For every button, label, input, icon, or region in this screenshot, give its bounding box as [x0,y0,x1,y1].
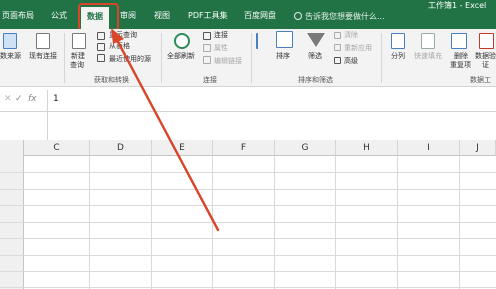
formula-input[interactable] [47,90,496,140]
group-label-data-tools: 数据工 [470,76,491,84]
insert-function-button[interactable]: fx [28,94,37,104]
new-query-label-line2[interactable]: 查询 [70,61,84,70]
properties-icon [203,44,211,52]
existing-connections-button[interactable]: 现有连接 [29,52,57,61]
column-header-e[interactable]: E [152,140,213,156]
edit-links-icon [203,56,211,64]
grid-row-line [0,205,496,206]
properties-button[interactable]: 属性 [214,44,228,53]
text-to-columns-icon [391,33,405,49]
database-icon [3,33,17,49]
tab-page-layout[interactable]: 页面布局 [2,10,34,21]
window-title: 工作簿1 - Excel [428,1,487,10]
recent-sources-icon [97,54,105,62]
refresh-all-button[interactable]: 全部刷新 [167,52,195,61]
tell-me-search[interactable]: 告诉我您想要做什么... [294,11,385,22]
connections-button[interactable]: 连接 [214,31,228,40]
formula-enter-button[interactable]: ✓ [15,94,23,104]
data-validation-label-line2[interactable]: 证 [482,61,489,70]
ribbon-separator [161,33,162,83]
data-validation-icon [479,33,494,49]
column-header-g[interactable]: G [275,140,336,156]
clear-button[interactable]: 清除 [344,31,358,40]
show-queries-icon [97,32,105,40]
table-icon [97,43,105,51]
tab-review[interactable]: 审阅 [120,10,136,21]
advanced-button[interactable]: 高级 [344,57,358,66]
grid-row-line [0,172,496,173]
grid-row-line [0,287,496,288]
group-label-connections: 连接 [203,76,217,84]
remove-duplicates-label-line2[interactable]: 重复项 [450,61,471,70]
new-query-label-line1[interactable]: 新建 [71,52,85,61]
formula-cancel-button[interactable]: ✕ [4,94,12,104]
clear-filter-icon [334,32,341,39]
column-header-f[interactable]: F [213,140,275,156]
get-external-data-button[interactable]: 数来源 [0,52,21,61]
reapply-icon [334,44,341,51]
tell-me-placeholder: 告诉我您想要做什么... [305,12,385,21]
tab-baidu-netdisk[interactable]: 百度网盘 [244,10,276,21]
filter-button[interactable]: 筛选 [308,52,322,61]
column-header-i[interactable]: I [398,140,460,156]
show-queries-button[interactable]: 显示查询 [109,31,137,40]
ribbon-separator [381,33,382,83]
ribbon-separator [64,33,65,83]
grid-row-line [0,238,496,239]
formula-value: 1 [53,94,59,104]
sort-button[interactable]: 排序 [276,52,290,61]
refresh-icon [174,33,190,49]
tab-pdf-tools[interactable]: PDF工具集 [188,10,228,21]
new-query-icon [72,33,86,49]
group-label-sort-filter: 排序和筛选 [298,76,333,84]
advanced-filter-icon [334,57,341,64]
sort-az-icon [256,33,265,49]
flash-fill-icon [421,33,435,49]
edit-links-button[interactable]: 编辑链接 [214,57,242,66]
grid-row-line [0,189,496,190]
flash-fill-button[interactable]: 快速填充 [414,52,442,61]
column-header-c[interactable]: C [24,140,90,156]
annotation-highlight-box [78,3,119,31]
existing-connections-icon [36,33,50,49]
remove-duplicates-label-line1[interactable]: 删除 [454,52,468,61]
data-validation-label-line1[interactable]: 数据验 [475,52,496,61]
column-header-d[interactable]: D [90,140,152,156]
row-header-strip [0,140,24,289]
grid-row-line [0,222,496,223]
filter-icon [307,33,325,47]
connections-icon [203,32,211,40]
reapply-button[interactable]: 重新应用 [344,44,372,53]
grid-row-line [0,271,496,272]
grid-row-line [0,255,496,256]
tab-view[interactable]: 视图 [154,10,170,21]
from-table-button[interactable]: 从表格 [109,42,130,51]
lightbulb-icon [294,12,302,20]
recent-sources-button[interactable]: 最近使用的源 [109,55,151,64]
tab-formulas[interactable]: 公式 [51,10,67,21]
column-header-h[interactable]: H [336,140,398,156]
group-label-get-transform: 获取和转换 [94,76,129,84]
remove-duplicates-icon [451,33,467,49]
text-to-columns-button[interactable]: 分列 [391,52,405,61]
sort-dialog-icon [276,31,293,48]
column-header-j[interactable]: J [460,140,496,156]
ribbon-separator [251,33,252,83]
